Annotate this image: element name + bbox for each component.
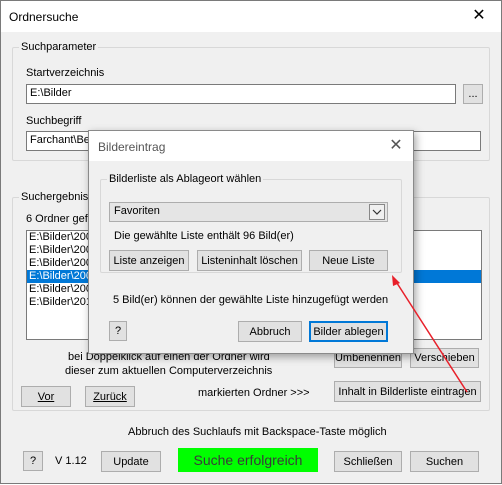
- annotation-arrow: [392, 275, 468, 393]
- main-window: Ordnersuche ✕ Suchparameter Startverzeic…: [0, 0, 502, 484]
